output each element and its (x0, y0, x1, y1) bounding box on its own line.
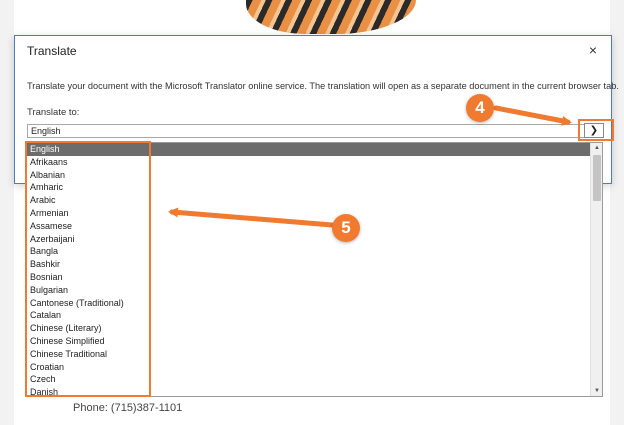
arrow-to-list (168, 207, 335, 228)
arrow-to-dropdown (493, 105, 572, 126)
annotation-badge-5: 5 (332, 214, 360, 242)
annotation-badge-4: 4 (466, 94, 494, 122)
annotation-arrows (168, 105, 572, 228)
